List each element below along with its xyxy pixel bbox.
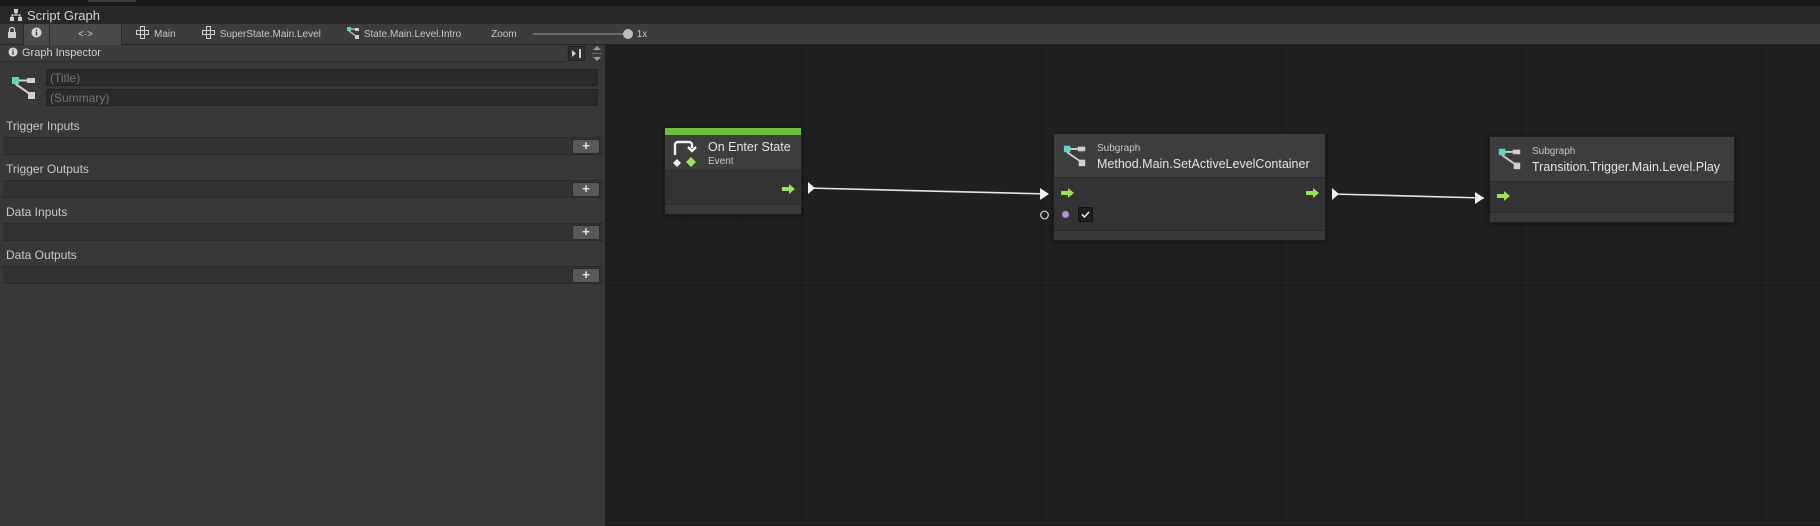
- subgraph-node-transition-trigger[interactable]: Subgraph Transition.Trigger.Main.Level.P…: [1489, 136, 1735, 223]
- code-view-button[interactable]: <·>: [50, 23, 122, 45]
- node-subtitle: Subgraph: [1532, 146, 1576, 157]
- subgraph-icon: [1497, 145, 1523, 174]
- breadcrumb-label: SuperState.Main.Level: [219, 28, 321, 40]
- node-footer: [665, 204, 801, 214]
- breadcrumb-main[interactable]: Main: [122, 24, 188, 45]
- checkmark-icon: [1081, 211, 1090, 219]
- flow-output-port[interactable]: [1306, 187, 1320, 198]
- data-outputs-label: Data Outputs: [6, 248, 77, 262]
- data-inputs-label: Data Inputs: [6, 205, 68, 219]
- inspector-header: Graph Inspector: [0, 45, 566, 62]
- inspector-toggle-button[interactable]: [24, 23, 50, 45]
- subgraph-node-set-active-level-container[interactable]: Subgraph Method.Main.SetActiveLevelConta…: [1053, 133, 1326, 241]
- script-graph-icon: [346, 26, 359, 42]
- node-title: On Enter State: [708, 140, 791, 154]
- state-machine-icon: [201, 26, 215, 42]
- subgraph-icon: [1062, 142, 1088, 171]
- add-trigger-output-button[interactable]: +: [572, 182, 600, 197]
- node-subtitle: Subgraph: [1097, 143, 1141, 154]
- breadcrumb-superstate[interactable]: SuperState.Main.Level: [188, 24, 333, 45]
- on-enter-state-node[interactable]: On Enter State Event: [664, 127, 802, 215]
- tab-indicator: [88, 0, 136, 2]
- zoom-value: 1x: [636, 28, 648, 40]
- node-header: On Enter State Event: [665, 135, 801, 171]
- graph-title-input[interactable]: [46, 69, 598, 86]
- graph-inspector-panel: Graph Inspector Trigger Inputs + Trigger…: [0, 45, 606, 526]
- graph-hierarchy-icon: [10, 9, 22, 21]
- trigger-outputs-list: +: [3, 180, 603, 198]
- window-title: Script Graph: [27, 7, 100, 23]
- inspector-title: Graph Inspector: [22, 47, 101, 59]
- zoom-slider[interactable]: [532, 29, 633, 39]
- node-footer: [1054, 230, 1325, 240]
- zoom-label: Zoom: [491, 28, 517, 40]
- lock-button[interactable]: [0, 23, 24, 45]
- code-icon: <·>: [77, 28, 93, 40]
- event-icon: [671, 139, 699, 170]
- node-subtitle: Event: [708, 156, 734, 167]
- breadcrumb-label: State.Main.Level.Intro: [363, 28, 462, 40]
- event-color-bar: [665, 128, 801, 135]
- node-header: Subgraph Transition.Trigger.Main.Level.P…: [1490, 137, 1734, 182]
- data-inputs-list: +: [3, 223, 603, 241]
- flow-input-port[interactable]: [1061, 187, 1075, 198]
- inspector-scrollbar[interactable]: [590, 45, 604, 65]
- trigger-inputs-list: +: [3, 137, 603, 155]
- flow-input-port[interactable]: [1497, 190, 1511, 201]
- trigger-outputs-label: Trigger Outputs: [6, 162, 89, 176]
- collapse-panel-icon: [571, 47, 582, 61]
- node-title: Transition.Trigger.Main.Level.Play: [1532, 160, 1721, 174]
- flow-output-port[interactable]: [782, 183, 796, 194]
- node-footer: [1490, 212, 1734, 222]
- state-machine-icon: [136, 26, 149, 42]
- add-trigger-input-button[interactable]: +: [572, 139, 600, 154]
- node-title: Method.Main.SetActiveLevelContainer: [1097, 157, 1310, 171]
- add-data-output-button[interactable]: +: [572, 268, 600, 283]
- script-graph-icon: [10, 73, 38, 101]
- window-titlebar: Script Graph: [0, 6, 1820, 24]
- data-outputs-list: +: [3, 266, 603, 284]
- graph-toolbar: <·> Main SuperState.Main.Level State.Mai…: [0, 23, 1820, 45]
- graph-summary-input[interactable]: [46, 89, 598, 106]
- add-data-input-button[interactable]: +: [572, 225, 600, 240]
- breadcrumb-state[interactable]: State.Main.Level.Intro: [333, 24, 473, 45]
- info-icon: [31, 27, 42, 41]
- info-icon: [8, 46, 18, 60]
- node-header: Subgraph Method.Main.SetActiveLevelConta…: [1054, 134, 1325, 178]
- trigger-inputs-label: Trigger Inputs: [6, 119, 80, 133]
- checkbox[interactable]: [1078, 207, 1093, 222]
- breadcrumb-label: Main: [154, 28, 176, 40]
- data-port-dot[interactable]: [1062, 211, 1069, 218]
- collapse-inspector-button[interactable]: [568, 46, 585, 61]
- zoom-slider-thumb[interactable]: [622, 29, 633, 39]
- graph-canvas[interactable]: [607, 45, 1820, 526]
- lock-icon: [7, 26, 17, 41]
